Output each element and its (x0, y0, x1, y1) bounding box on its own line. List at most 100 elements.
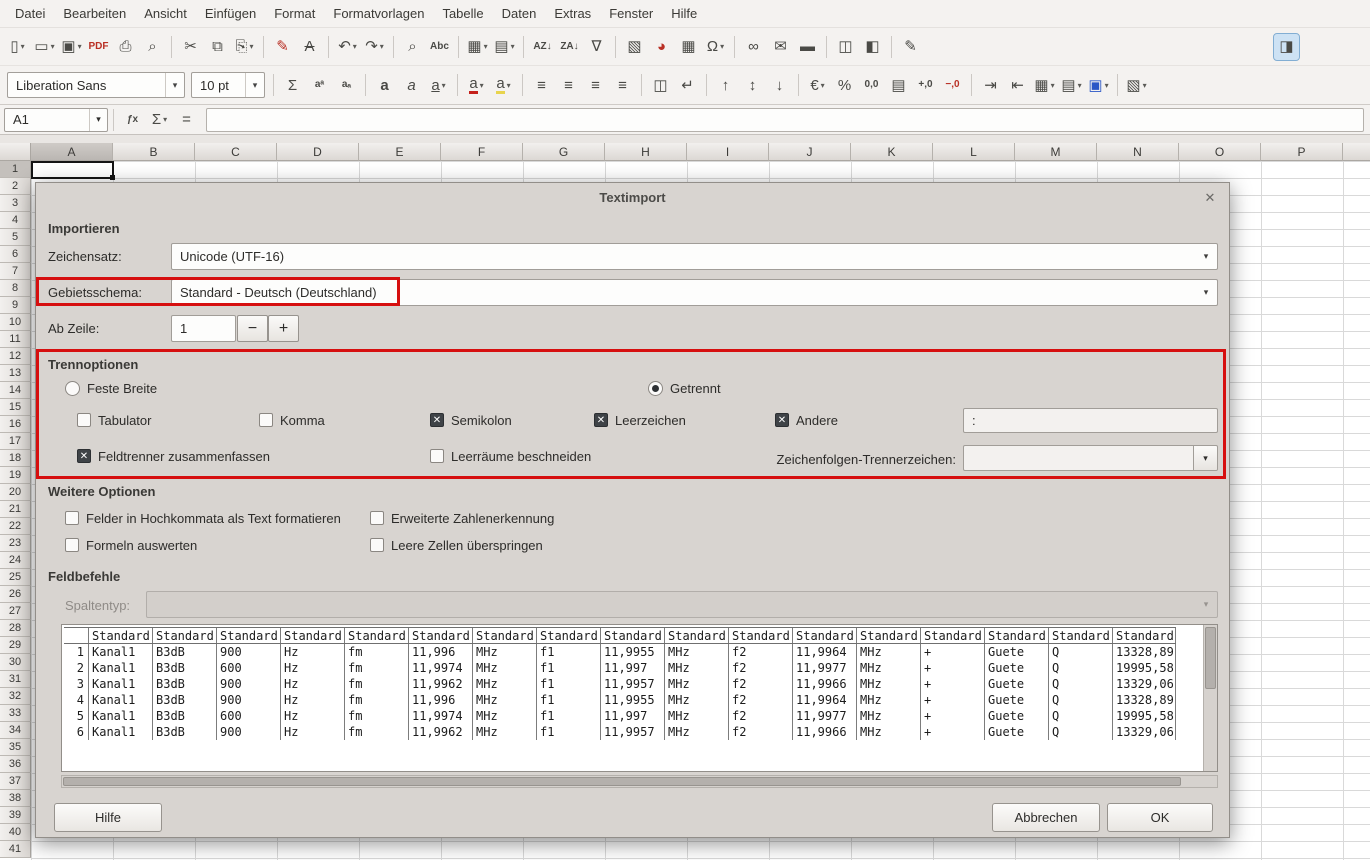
preview-column-header[interactable]: Standard (1112, 628, 1176, 643)
ok-button[interactable]: OK (1107, 803, 1213, 832)
chevron-down-icon[interactable]: ▾ (165, 73, 184, 97)
merge-delimiters-checkbox[interactable] (77, 449, 91, 463)
menu-item-hilfe[interactable]: Hilfe (662, 2, 706, 25)
decrease-indent-icon[interactable]: ⇤ (1005, 72, 1030, 98)
row-header-39[interactable]: 39 (0, 807, 31, 824)
row-header-3[interactable]: 3 (0, 195, 31, 212)
row-header-18[interactable]: 18 (0, 450, 31, 467)
separated-option[interactable]: Getrennt (648, 380, 721, 396)
highlighting-color-icon[interactable]: a▾ (491, 72, 516, 98)
column-header-k[interactable]: K (851, 143, 933, 161)
quoted-field-checkbox[interactable] (65, 511, 79, 525)
menu-item-ansicht[interactable]: Ansicht (135, 2, 196, 25)
sidebar-icon[interactable]: ◨ (1274, 34, 1299, 60)
paste-icon[interactable]: ⎘▾ (232, 34, 257, 60)
format-as-date-icon[interactable]: ▤ (886, 72, 911, 98)
preview-column-header[interactable]: Standard (920, 628, 984, 643)
row-header-32[interactable]: 32 (0, 688, 31, 705)
cancel-button[interactable]: Abbrechen (992, 803, 1100, 832)
preview-column-header[interactable]: Standard (152, 628, 216, 643)
column-header-a[interactable]: A (31, 143, 113, 161)
align-left-icon[interactable]: ≡ (529, 72, 554, 98)
formula-input[interactable] (206, 108, 1364, 132)
scrollbar-thumb[interactable] (63, 777, 1181, 786)
trim-spaces-option[interactable]: Leerräume beschneiden (430, 448, 591, 464)
insert-image-icon[interactable]: ▧ (622, 34, 647, 60)
merge-delimiters-option[interactable]: Feldtrenner zusammenfassen (77, 448, 270, 464)
split-window-icon[interactable]: ◧ (860, 34, 885, 60)
preview-column-header[interactable]: Standard (280, 628, 344, 643)
select-all-corner[interactable] (0, 143, 31, 161)
sum-icon[interactable]: Σ (280, 72, 305, 98)
bold-icon[interactable]: a (372, 72, 397, 98)
increment-button[interactable]: + (268, 315, 299, 342)
row-header-34[interactable]: 34 (0, 722, 31, 739)
from-row-input[interactable]: 1 (171, 315, 236, 342)
conditional-formatting-icon[interactable]: ▧▾ (1124, 72, 1149, 98)
column-header-o[interactable]: O (1179, 143, 1261, 161)
chevron-down-icon[interactable]: ▾ (245, 73, 264, 97)
trim-spaces-checkbox[interactable] (430, 449, 444, 463)
underline-icon[interactable]: a▾ (426, 72, 451, 98)
detect-numbers-checkbox[interactable] (370, 511, 384, 525)
preview-column-header[interactable]: Standard (728, 628, 792, 643)
row-header-35[interactable]: 35 (0, 739, 31, 756)
row-header-4[interactable]: 4 (0, 212, 31, 229)
row-header-15[interactable]: 15 (0, 399, 31, 416)
row-header-26[interactable]: 26 (0, 586, 31, 603)
align-right-icon[interactable]: ≡ (583, 72, 608, 98)
row-header-10[interactable]: 10 (0, 314, 31, 331)
insert-chart-icon[interactable]: ◕ (649, 34, 674, 60)
align-bottom-icon[interactable]: ↓ (767, 72, 792, 98)
copy-icon[interactable]: ⧉ (205, 34, 230, 60)
spelling-icon[interactable]: Abc (427, 34, 452, 60)
center-vertically-icon[interactable]: ↕ (740, 72, 765, 98)
row-header-6[interactable]: 6 (0, 246, 31, 263)
skip-empty-checkbox[interactable] (370, 538, 384, 552)
decrement-button[interactable]: − (237, 315, 268, 342)
add-decimal-place-icon[interactable]: +,0 (913, 72, 938, 98)
menu-item-einfügen[interactable]: Einfügen (196, 2, 265, 25)
chevron-down-icon[interactable]: ▾ (1195, 244, 1217, 269)
preview-column-header[interactable]: Standard (88, 628, 152, 643)
menu-item-format[interactable]: Format (265, 2, 324, 25)
insert-special-character-icon[interactable]: Ω▾ (703, 34, 728, 60)
format-as-percent-icon[interactable]: % (832, 72, 857, 98)
row-header-40[interactable]: 40 (0, 824, 31, 841)
format-as-currency-icon[interactable]: €▾ (805, 72, 830, 98)
border-style-icon[interactable]: ▤▾ (1059, 72, 1084, 98)
row-header-2[interactable]: 2 (0, 178, 31, 195)
column-header-g[interactable]: G (523, 143, 605, 161)
row-header-7[interactable]: 7 (0, 263, 31, 280)
row-header-9[interactable]: 9 (0, 297, 31, 314)
preview-column-header[interactable]: Standard (1048, 628, 1112, 643)
evaluate-formulas-checkbox[interactable] (65, 538, 79, 552)
column-header-m[interactable]: M (1015, 143, 1097, 161)
preview-column-header[interactable]: Standard (216, 628, 280, 643)
export-as-pdf-icon[interactable]: PDF (86, 34, 111, 60)
insert-pivot-table-icon[interactable]: ▦ (676, 34, 701, 60)
open-icon[interactable]: ▭▾ (32, 34, 57, 60)
column-header-d[interactable]: D (277, 143, 359, 161)
border-color-icon[interactable]: ▣▾ (1086, 72, 1111, 98)
selected-cell-a1[interactable] (31, 161, 114, 179)
cut-icon[interactable]: ✂ (178, 34, 203, 60)
preview-column-header[interactable]: Standard (600, 628, 664, 643)
save-icon[interactable]: ▣▾ (59, 34, 84, 60)
evaluate-formulas-option[interactable]: Formeln auswerten (65, 537, 197, 553)
menu-item-extras[interactable]: Extras (545, 2, 600, 25)
quoted-field-option[interactable]: Felder in Hochkommata als Text formatier… (65, 510, 341, 526)
skip-empty-option[interactable]: Leere Zellen überspringen (370, 537, 543, 553)
preview-horizontal-scrollbar[interactable] (61, 775, 1218, 788)
row-header-5[interactable]: 5 (0, 229, 31, 246)
row-header-23[interactable]: 23 (0, 535, 31, 552)
chevron-down-icon[interactable]: ▾ (1193, 446, 1217, 470)
subscript-icon[interactable]: aₐ (334, 72, 359, 98)
preview-column-header[interactable]: Standard (408, 628, 472, 643)
find-and-replace-icon[interactable]: ⌕ (400, 34, 425, 60)
column-header-h[interactable]: H (605, 143, 687, 161)
superscript-icon[interactable]: aᵃ (307, 72, 332, 98)
fixed-width-radio[interactable] (65, 381, 80, 396)
row-header-27[interactable]: 27 (0, 603, 31, 620)
column-header-p[interactable]: P (1261, 143, 1343, 161)
